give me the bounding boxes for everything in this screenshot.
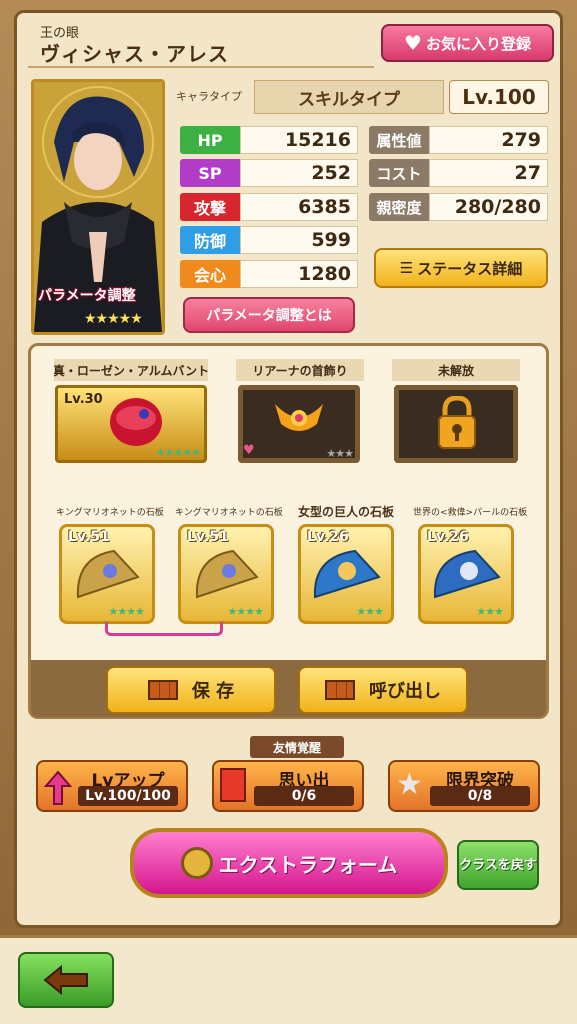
fragment-title-4: 世界の<救偉>パールの石板 xyxy=(413,508,528,518)
equip-slot-1[interactable]: Lv.30 ★★★★★ xyxy=(55,385,207,463)
character-name: ヴィシャス・アレス xyxy=(40,42,229,66)
favorite-button[interactable]: ♥ お気に入り登録 xyxy=(381,24,554,62)
fragment-slot-2[interactable]: Lv.51 ★★★★ xyxy=(178,524,274,624)
stat-label: SP xyxy=(180,159,240,187)
equip-level-1: Lv.30 xyxy=(64,392,103,407)
limit-break-value: 0/8 xyxy=(430,786,530,806)
stone-tablet-icon xyxy=(433,549,501,599)
fragment-slot-3[interactable]: Lv.26 ★★★ xyxy=(298,524,394,624)
stat-value: 15216 xyxy=(240,126,358,154)
status-detail-button[interactable]: ☰ ステータス詳細 xyxy=(374,248,548,288)
star-icon: ★ xyxy=(396,767,423,802)
stat-row-right-0: 属性値 279 xyxy=(369,126,548,154)
save-label: 保 存 xyxy=(191,681,235,702)
class-back-button[interactable]: クラスを戻す xyxy=(457,840,539,890)
level-up-value: Lv.100/100 xyxy=(78,786,178,806)
fragment-level-2: Lv.51 xyxy=(187,529,229,545)
stat-label: コスト xyxy=(369,159,429,187)
arrow-left-icon xyxy=(43,965,88,995)
stat-row-2: 攻撃 6385 xyxy=(180,193,358,221)
equip-slot-3[interactable] xyxy=(394,385,518,463)
stat-label: HP xyxy=(180,126,240,154)
title-divider xyxy=(28,66,374,68)
fragment-stars-1: ★★★★ xyxy=(108,605,145,618)
stat-row-right-1: コスト 27 xyxy=(369,159,548,187)
lock-icon xyxy=(438,396,476,449)
stat-row-4: 会心 1280 xyxy=(180,260,358,288)
equip-stars-1: ★★★★★ xyxy=(155,446,201,459)
medal-icon xyxy=(180,847,213,879)
stone-tablet-icon xyxy=(313,549,381,599)
fragment-slot-1[interactable]: Lv.51 ★★★★ xyxy=(59,524,155,624)
fragment-level-3: Lv.26 xyxy=(307,529,349,545)
stat-label: 属性値 xyxy=(369,126,429,154)
level-up-button[interactable]: Lvアップ Lv.100/100 xyxy=(36,760,188,812)
fragment-title-1: キングマリオネットの石板 xyxy=(56,508,164,518)
equip-slot-2[interactable]: ♥ ★★★ xyxy=(238,385,360,463)
fragment-title-3: 女型の巨人の石板 xyxy=(297,505,394,519)
stat-row-right-2: 親密度 280/280 xyxy=(369,193,548,221)
necklace-icon xyxy=(275,404,323,431)
heart-icon: ♥ xyxy=(404,31,422,55)
stat-value: 599 xyxy=(240,226,358,254)
book-icon xyxy=(220,768,246,802)
chara-type-label: キャラタイプ xyxy=(176,90,242,103)
brick-arrow-icon xyxy=(325,680,355,700)
stat-value: 252 xyxy=(240,159,358,187)
stat-label: 防御 xyxy=(180,226,240,254)
stat-label: 会心 xyxy=(180,260,240,288)
equip-title-2: リアーナの首飾り xyxy=(236,359,364,381)
stat-row-1: SP 252 xyxy=(180,159,358,187)
call-label: 呼び出し xyxy=(369,681,441,702)
memory-value: 0/6 xyxy=(254,786,354,806)
brick-icon xyxy=(147,680,178,700)
status-detail-label: ステータス詳細 xyxy=(417,259,523,278)
equip-title-1: 真・ローゼン・アルムバント xyxy=(54,359,208,381)
stat-label: 親密度 xyxy=(369,193,429,221)
back-button[interactable] xyxy=(18,952,114,1008)
fragment-title-2: キングマリオネットの石板 xyxy=(175,508,283,518)
list-icon: ☰ xyxy=(399,259,414,277)
heart-lock-icon: ♥ xyxy=(243,443,255,458)
arrow-up-icon xyxy=(44,770,72,805)
limit-break-button[interactable]: ★ 限界突破 0/8 xyxy=(388,760,540,812)
stat-label: 攻撃 xyxy=(180,193,240,221)
stone-tablet-icon xyxy=(76,549,140,599)
fragment-stars-3: ★★★ xyxy=(356,605,384,618)
fragment-slot-4[interactable]: Lv.26 ★★★ xyxy=(418,524,514,624)
friendship-awaken-label: 友情覚醒 xyxy=(250,736,344,758)
stone-tablet-icon xyxy=(195,549,259,599)
fragment-level-1: Lv.51 xyxy=(68,529,110,545)
fragment-stars-2: ★★★★ xyxy=(227,605,264,618)
rarity-stars: ★★★★★ xyxy=(84,311,143,327)
level-value: Lv.100 xyxy=(449,80,549,114)
stat-value: 279 xyxy=(429,126,548,154)
memory-button[interactable]: 思い出 0/6 xyxy=(212,760,364,812)
character-portrait[interactable]: パラメータ調整 ★★★★★ xyxy=(31,79,165,335)
equip-title-3: 未解放 xyxy=(392,359,520,381)
param-adjust-label: パラメータ調整 xyxy=(38,288,136,304)
bracelet-icon xyxy=(110,398,162,446)
stat-value: 1280 xyxy=(240,260,358,288)
stat-row-3: 防御 599 xyxy=(180,226,358,254)
equip-stars-2: ★★★ xyxy=(326,447,354,460)
stat-value: 6385 xyxy=(240,193,358,221)
stat-value: 27 xyxy=(429,159,548,187)
stat-value: 280/280 xyxy=(429,193,548,221)
fragment-stars-4: ★★★ xyxy=(476,605,504,618)
call-button[interactable]: 呼び出し xyxy=(298,666,468,714)
favorite-label: お気に入り登録 xyxy=(425,34,531,53)
extra-form-label: エクストラフォーム xyxy=(218,852,398,877)
stat-row-0: HP 15216 xyxy=(180,126,358,154)
save-button[interactable]: 保 存 xyxy=(106,666,276,714)
fragment-level-4: Lv.26 xyxy=(427,529,469,545)
param-about-button[interactable]: パラメータ調整とは xyxy=(183,297,355,333)
selection-indicator xyxy=(105,622,223,636)
extra-form-button[interactable]: エクストラフォーム xyxy=(130,828,448,898)
skill-type-value: スキルタイプ xyxy=(254,80,444,114)
